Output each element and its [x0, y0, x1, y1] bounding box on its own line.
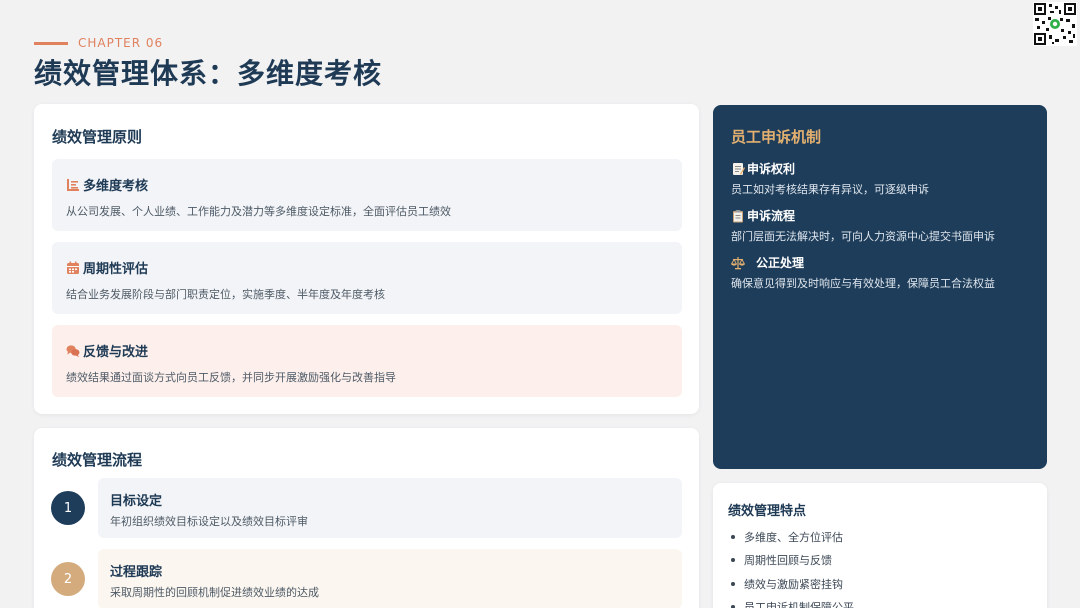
- process-title: 绩效管理流程: [52, 451, 143, 469]
- scales-icon: [731, 256, 745, 270]
- list-item: 员工申诉机制保障公平: [728, 596, 854, 608]
- appeal-title: 员工申诉机制: [731, 128, 822, 146]
- feature-text: 多维度、全方位评估: [744, 530, 843, 544]
- principle-item-multidimensional: 多维度考核 从公司发展、个人业绩、工作能力及潜力等多维度设定标准，全面评估员工绩…: [52, 159, 682, 231]
- process-card: 绩效管理流程 1 目标设定 年初组织绩效目标设定以及绩效目标评审 2 过程跟踪 …: [34, 428, 699, 608]
- appeal-item-desc: 确保意见得到及时响应与有效处理，保障员工合法权益: [731, 277, 995, 290]
- clipboard-icon: [731, 209, 745, 223]
- principle-item-feedback: 反馈与改进 绩效结果通过面谈方式向员工反馈，并同步开展激励强化与改善指导: [52, 325, 682, 397]
- memo-icon: [731, 162, 745, 176]
- list-icon: [66, 178, 80, 192]
- appeal-item-title: 公正处理: [756, 256, 805, 270]
- principle-desc: 绩效结果通过面谈方式向员工反馈，并同步开展激励强化与改善指导: [66, 371, 396, 384]
- appeal-item-desc: 部门层面无法解决时，可向人力资源中心提交书面申诉: [731, 230, 995, 243]
- principles-card: 绩效管理原则 多维度考核 从公司发展、个人业绩、工作能力及潜力等多维度设定标准，…: [34, 104, 699, 414]
- appeal-item-fairness: 公正处理: [731, 254, 804, 271]
- principle-desc: 从公司发展、个人业绩、工作能力及潜力等多维度设定标准，全面评估员工绩效: [66, 205, 451, 218]
- features-card: 绩效管理特点 多维度、全方位评估 周期性回顾与反馈 绩效与激励紧密挂钩 员工申诉…: [713, 483, 1047, 608]
- feature-text: 员工申诉机制保障公平: [744, 601, 854, 608]
- principle-title: 反馈与改进: [83, 345, 149, 360]
- principles-title: 绩效管理原则: [52, 128, 143, 146]
- step-title: 过程跟踪: [110, 565, 163, 580]
- appeal-item-desc: 员工如对考核结果存有异议，可逐级申诉: [731, 183, 929, 196]
- feature-text: 周期性回顾与反馈: [744, 554, 832, 568]
- appeal-item-title: 申诉流程: [747, 209, 796, 223]
- appeal-panel: 员工申诉机制 申诉权利 员工如对考核结果存有异议，可逐级申诉 申诉流程 部门层面…: [713, 105, 1047, 469]
- appeal-item-title: 申诉权利: [747, 162, 796, 176]
- list-item: 绩效与激励紧密挂钩: [728, 572, 854, 596]
- step-item-process-tracking: 过程跟踪 采取周期性的回顾机制促进绩效业绩的达成: [98, 549, 682, 608]
- chapter-label: CHAPTER 06: [78, 36, 164, 50]
- calendar-icon: [66, 261, 80, 275]
- list-item: 周期性回顾与反馈: [728, 549, 854, 573]
- feature-text: 绩效与激励紧密挂钩: [744, 577, 843, 591]
- appeal-item-process: 申诉流程: [731, 207, 795, 224]
- list-item: 多维度、全方位评估: [728, 525, 854, 549]
- step-number-badge: 1: [51, 491, 85, 525]
- appeal-item-rights: 申诉权利: [731, 160, 795, 177]
- slide-page: CHAPTER 06 绩效管理体系：多维度考核 绩效管理原则 多维度考核 从公司…: [0, 0, 1080, 608]
- features-list: 多维度、全方位评估 周期性回顾与反馈 绩效与激励紧密挂钩 员工申诉机制保障公平: [728, 525, 854, 608]
- step-desc: 年初组织绩效目标设定以及绩效目标评审: [110, 515, 308, 528]
- step-desc: 采取周期性的回顾机制促进绩效业绩的达成: [110, 586, 319, 599]
- page-title: 绩效管理体系：多维度考核: [34, 57, 383, 90]
- step-title: 目标设定: [110, 494, 163, 509]
- chat-icon: [66, 344, 80, 358]
- features-title: 绩效管理特点: [728, 504, 807, 519]
- principle-item-periodic: 周期性评估 结合业务发展阶段与部门职责定位，实施季度、半年度及年度考核: [52, 242, 682, 314]
- step-item-goal-setting: 目标设定 年初组织绩效目标设定以及绩效目标评审: [98, 478, 682, 538]
- qr-code-icon: [1033, 2, 1077, 46]
- bullet-icon: [731, 581, 735, 586]
- bullet-icon: [731, 558, 735, 563]
- principle-title: 多维度考核: [83, 179, 149, 194]
- chapter-row: CHAPTER 06: [34, 36, 163, 50]
- bullet-icon: [731, 534, 735, 539]
- principle-title: 周期性评估: [83, 262, 149, 277]
- chapter-accent-bar: [34, 41, 68, 45]
- principle-desc: 结合业务发展阶段与部门职责定位，实施季度、半年度及年度考核: [66, 288, 385, 301]
- step-number-badge: 2: [51, 562, 85, 596]
